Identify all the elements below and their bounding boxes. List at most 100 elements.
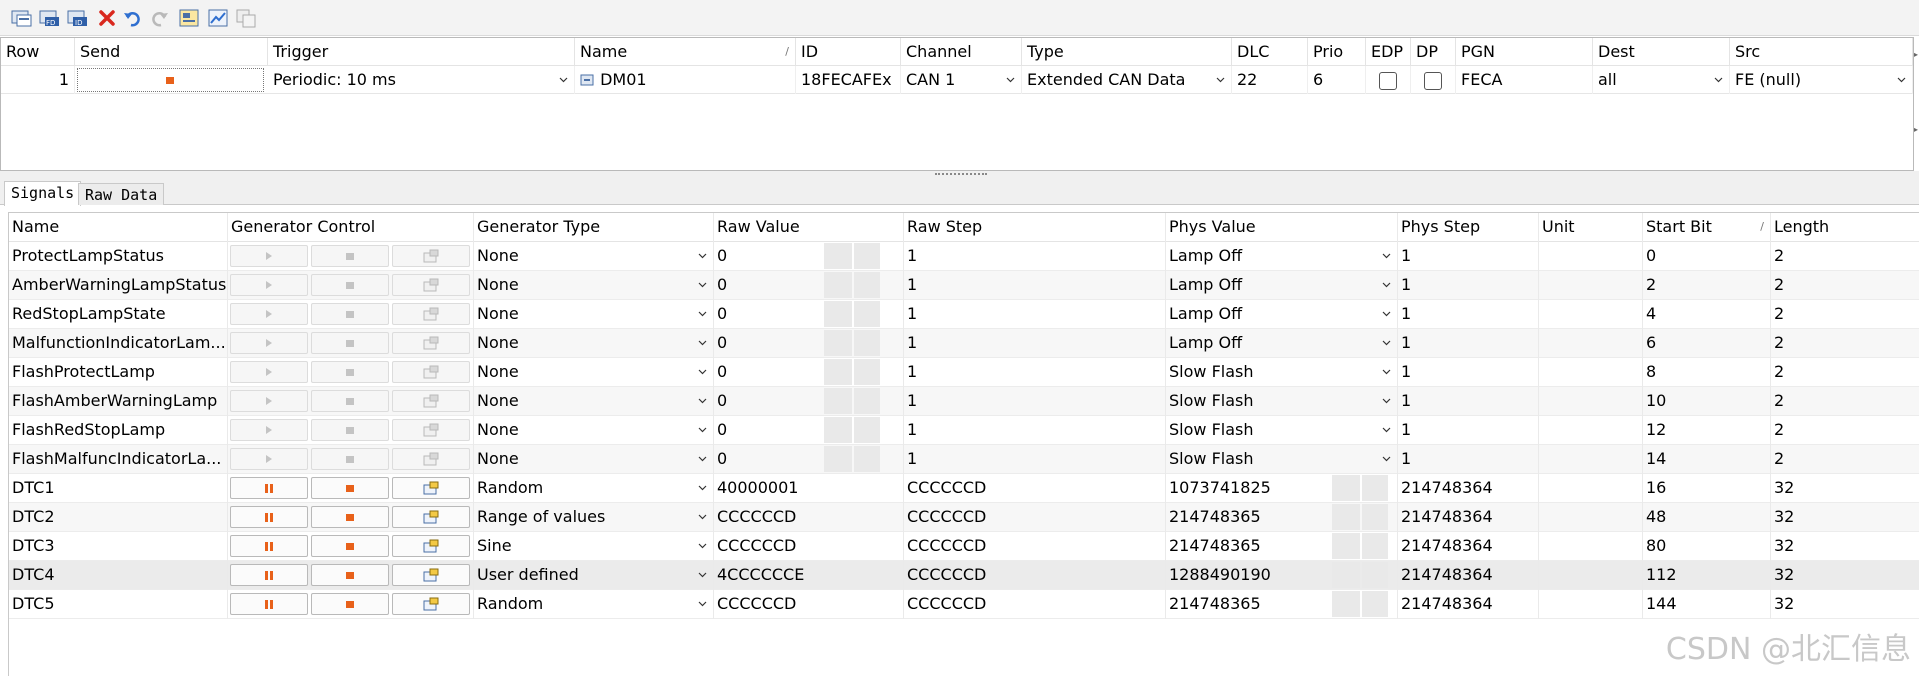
generator-stop-button[interactable]	[311, 274, 389, 296]
phys-value-cell[interactable]: Lamp Off	[1166, 271, 1398, 300]
generator-stop-button[interactable]	[311, 419, 389, 441]
generator-config-button[interactable]	[392, 390, 470, 412]
raw-value-spinner[interactable]	[824, 417, 852, 443]
phys-value-cell[interactable]: Slow Flash	[1166, 387, 1398, 416]
signal-name[interactable]: DTC4	[9, 561, 228, 590]
length[interactable]: 32	[1771, 561, 1919, 590]
phys-value-spinner[interactable]	[1362, 475, 1388, 501]
raw-step[interactable]: CCCCCCD	[904, 474, 1166, 503]
col-prio[interactable]: Prio	[1308, 38, 1366, 66]
type-select[interactable]: Extended CAN Data	[1022, 66, 1232, 94]
length[interactable]: 2	[1771, 300, 1919, 329]
dp-checkbox[interactable]	[1424, 72, 1442, 90]
phys-value-cell[interactable]: 214748365	[1166, 532, 1398, 561]
scroll-up-icon[interactable]: ▸	[1914, 50, 1919, 59]
tab-raw-data[interactable]: Raw Data	[78, 183, 165, 205]
raw-value-cell[interactable]: 0	[714, 387, 904, 416]
unit[interactable]	[1539, 300, 1643, 329]
col-pgn[interactable]: PGN	[1456, 38, 1593, 66]
raw-value-cell[interactable]: 0	[714, 445, 904, 474]
raw-value-cell[interactable]: CCCCCCD	[714, 503, 904, 532]
raw-value-spinner[interactable]	[854, 301, 880, 327]
chart-icon[interactable]	[206, 6, 230, 30]
col-phys-step[interactable]: Phys Step	[1398, 213, 1539, 242]
generator-stop-button[interactable]	[311, 245, 389, 267]
scroll-down-icon[interactable]: ▸	[1914, 125, 1919, 134]
generator-stop-button[interactable]	[311, 564, 389, 586]
raw-value-cell[interactable]: 40000001	[714, 474, 904, 503]
generator-start-button[interactable]	[230, 332, 308, 354]
raw-step[interactable]: 1	[904, 271, 1166, 300]
generator-type-select[interactable]: None	[474, 358, 714, 387]
generator-stop-button[interactable]	[311, 506, 389, 528]
generator-stop-button[interactable]	[311, 535, 389, 557]
phys-step[interactable]: 1	[1398, 416, 1539, 445]
dlc-value[interactable]: 22	[1232, 66, 1308, 94]
signal-row[interactable]: FlashRedStopLamp None 0 1 Slow Flash 1 12 2	[9, 416, 1919, 445]
generator-start-button[interactable]	[230, 593, 308, 615]
raw-step[interactable]: 1	[904, 242, 1166, 271]
raw-step[interactable]: CCCCCCD	[904, 532, 1166, 561]
signal-row[interactable]: RedStopLampState None 0 1 Lamp Off 1 4 2	[9, 300, 1919, 329]
col-length[interactable]: Length	[1771, 213, 1919, 242]
generator-start-button[interactable]	[230, 477, 308, 499]
col-send[interactable]: Send	[75, 38, 268, 66]
start-bit[interactable]: 4	[1643, 300, 1771, 329]
src-select[interactable]: FE (null)	[1730, 66, 1913, 94]
signal-name[interactable]: DTC2	[9, 503, 228, 532]
raw-value-spinner[interactable]	[854, 446, 880, 472]
phys-value-cell[interactable]: 1073741825	[1166, 474, 1398, 503]
add-id-message-icon[interactable]: ID	[66, 6, 90, 30]
col-type[interactable]: Type	[1022, 38, 1232, 66]
generator-type-select[interactable]: Sine	[474, 532, 714, 561]
raw-value-spinner[interactable]	[824, 330, 852, 356]
phys-value-cell[interactable]: Lamp Off	[1166, 329, 1398, 358]
phys-value-spinner[interactable]	[1332, 475, 1360, 501]
raw-value-cell[interactable]: 0	[714, 242, 904, 271]
raw-value-cell[interactable]: 0	[714, 271, 904, 300]
generator-config-button[interactable]	[392, 535, 470, 557]
start-bit[interactable]: 6	[1643, 329, 1771, 358]
generator-start-button[interactable]	[230, 564, 308, 586]
length[interactable]: 32	[1771, 503, 1919, 532]
raw-step[interactable]: 1	[904, 416, 1166, 445]
splitter-grip-icon[interactable]	[935, 173, 987, 177]
raw-value-spinner[interactable]	[824, 359, 852, 385]
generator-type-select[interactable]: Range of values	[474, 503, 714, 532]
message-name-cell[interactable]: DM01	[575, 66, 796, 94]
unit[interactable]	[1539, 474, 1643, 503]
unit[interactable]	[1539, 532, 1643, 561]
signal-row[interactable]: ProtectLampStatus None 0 1 Lamp Off 1 0 2	[9, 242, 1919, 271]
add-message-icon[interactable]	[10, 6, 34, 30]
phys-step[interactable]: 214748364	[1398, 532, 1539, 561]
col-generator-type[interactable]: Generator Type	[474, 213, 714, 242]
phys-step[interactable]: 1	[1398, 242, 1539, 271]
raw-value-cell[interactable]: 0	[714, 416, 904, 445]
col-dest[interactable]: Dest	[1593, 38, 1730, 66]
col-phys-value[interactable]: Phys Value	[1166, 213, 1398, 242]
length[interactable]: 2	[1771, 387, 1919, 416]
length[interactable]: 2	[1771, 445, 1919, 474]
start-bit[interactable]: 12	[1643, 416, 1771, 445]
generator-type-select[interactable]: None	[474, 242, 714, 271]
phys-value-cell[interactable]: Slow Flash	[1166, 445, 1398, 474]
signal-name[interactable]: FlashProtectLamp	[9, 358, 228, 387]
generator-stop-button[interactable]	[311, 477, 389, 499]
raw-value-cell[interactable]: 0	[714, 358, 904, 387]
col-raw-step[interactable]: Raw Step	[904, 213, 1166, 242]
start-bit[interactable]: 112	[1643, 561, 1771, 590]
dest-select[interactable]: all	[1593, 66, 1730, 94]
col-start-bit[interactable]: Start Bit /	[1643, 213, 1771, 242]
generator-start-button[interactable]	[230, 390, 308, 412]
generator-type-select[interactable]: None	[474, 329, 714, 358]
phys-value-cell[interactable]: 214748365	[1166, 590, 1398, 619]
raw-step[interactable]: CCCCCCD	[904, 503, 1166, 532]
raw-value-spinner[interactable]	[854, 359, 880, 385]
signal-name[interactable]: MalfunctionIndicatorLam...	[9, 329, 228, 358]
generator-stop-button[interactable]	[311, 448, 389, 470]
raw-value-cell[interactable]: CCCCCCD	[714, 590, 904, 619]
phys-value-spinner[interactable]	[1362, 533, 1388, 559]
phys-step[interactable]: 214748364	[1398, 503, 1539, 532]
signal-name[interactable]: FlashAmberWarningLamp	[9, 387, 228, 416]
generator-type-select[interactable]: None	[474, 416, 714, 445]
